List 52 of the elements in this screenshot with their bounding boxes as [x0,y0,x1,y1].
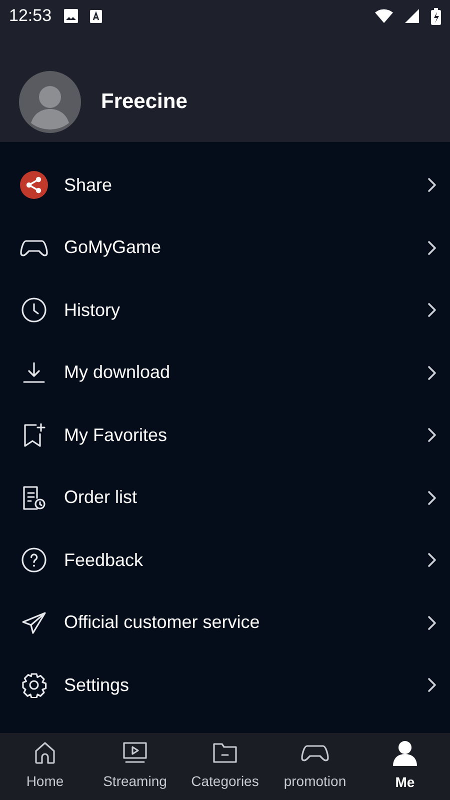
chevron-right-icon [427,302,437,318]
chevron-right-icon [427,552,437,568]
menu-label: History [64,298,120,322]
menu-label: My Favorites [64,424,168,447]
person-icon [393,740,417,766]
menu-label: Share [64,174,112,197]
menu-item[interactable]: Order list [0,466,450,529]
menu-item[interactable]: GoMyGame [0,216,450,279]
chevron-right-icon [427,240,437,256]
nav-tab[interactable]: Categories [180,741,270,792]
menu-item[interactable]: Official customer service [0,592,450,654]
video-screen-icon [122,741,148,765]
chevron-right-icon [427,177,437,194]
menu-label: Feedback [64,548,144,572]
status-time: 12:53 [9,5,52,28]
profile-name: Freecine [101,89,188,116]
menu-item[interactable]: History [0,279,450,342]
nav-tab[interactable]: Streaming [90,741,180,792]
keyboard-badge-icon [90,10,102,22]
menu-label: GoMyGame [64,236,162,260]
chevron-right-icon [427,427,437,444]
paper-plane-icon [21,610,47,636]
chevron-right-icon [427,614,437,631]
chevron-right-icon [427,677,437,694]
document-clock-icon [21,484,47,511]
avatar-icon[interactable] [19,71,81,133]
nav-tab[interactable]: Home [0,741,90,792]
chevron-right-icon [427,490,437,506]
wifi-icon [375,9,393,23]
bookmark-plus-icon [22,422,46,448]
menu-item[interactable]: My Favorites [0,404,450,466]
download-icon [22,360,46,385]
menu-label: Order list [64,486,138,510]
share-icon [20,171,48,200]
menu-label: My download [64,361,170,384]
menu-item[interactable]: Settings [0,654,450,716]
menu-item[interactable]: My download [0,342,450,404]
menu-label: Settings [64,674,130,697]
menu-item[interactable]: Share [0,154,450,216]
battery-charging-icon [431,8,441,24]
gear-icon [21,672,47,698]
home-icon [33,741,57,765]
signal-icon [405,9,419,23]
question-icon [21,547,47,574]
nav-tab[interactable]: Me [360,740,450,793]
image-icon [64,9,78,23]
folder-icon [212,741,238,765]
nav-tab[interactable]: promotion [270,741,360,792]
menu-label: Official customer service [64,611,260,634]
chevron-right-icon [427,364,437,381]
clock-icon [21,297,47,324]
menu-item[interactable]: Feedback [0,529,450,592]
